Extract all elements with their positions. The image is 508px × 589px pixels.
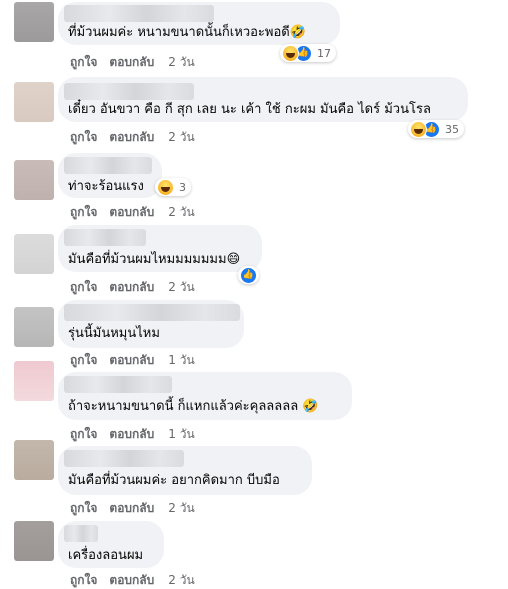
like-button[interactable]: ถูกใจ — [70, 573, 97, 588]
comment-text: เดี๋ยว อันขวา คือ กี สุก เลย นะ เค้า ใช้… — [68, 102, 431, 117]
reaction-count: 3 — [179, 180, 186, 194]
comment-text-wrap: มันคือที่ม้วนผมค่ะ อยากคิดมาก บีบมือ — [68, 472, 280, 489]
comment-bubble: เครื่องลอนผม — [58, 521, 164, 568]
comment-text: ถ้าจะหนามขนาดนี้ ก็แหกแล้วค่ะคุลลลลล — [68, 399, 299, 414]
timestamp[interactable]: 1 วัน — [168, 427, 194, 442]
like-button[interactable]: ถูกใจ — [70, 353, 97, 368]
like-button[interactable]: ถูกใจ — [70, 55, 97, 70]
reply-button[interactable]: ตอบกลับ — [109, 130, 154, 145]
reply-button[interactable]: ตอบกลับ — [109, 55, 154, 70]
haha-icon — [410, 120, 427, 138]
grinning-emoji-icon: 😄 — [226, 252, 241, 267]
comment-bubble: เดี๋ยว อันขวา คือ กี สุก เลย นะ เค้า ใช้… — [58, 77, 468, 122]
commenter-name-redacted[interactable] — [64, 5, 214, 22]
comment-text-wrap: ถ้าจะหนามขนาดนี้ ก็แหกแล้วค่ะคุลลลลล 🤣 — [68, 398, 319, 415]
reply-button[interactable]: ตอบกลับ — [109, 205, 154, 220]
commenter-name-redacted[interactable] — [64, 304, 240, 321]
comment-bubble: มันคือที่ม้วนผมค่ะ อยากคิดมาก บีบมือ — [58, 446, 312, 495]
commenter-name-redacted[interactable] — [64, 450, 184, 467]
comment-actions: ถูกใจ ตอบกลับ 1 วัน — [70, 427, 195, 442]
commenter-name-redacted[interactable] — [64, 525, 98, 542]
comment-feed: ที่ม้วนผมค่ะ หนามขนาดนั้นก็เหวอะพอดี🤣 👍 … — [0, 0, 508, 589]
timestamp[interactable]: 2 วัน — [168, 130, 194, 145]
comment-text-wrap: ท่าจะร้อนแรง — [68, 178, 144, 195]
reply-button[interactable]: ตอบกลับ — [109, 573, 154, 588]
comment-bubble: รุ่นนี้มันหมุนไหม — [58, 300, 244, 348]
reaction-count: 35 — [445, 122, 459, 136]
avatar[interactable] — [14, 521, 54, 561]
comment-actions: ถูกใจ ตอบกลับ 2 วัน — [70, 130, 195, 145]
timestamp[interactable]: 1 วัน — [168, 353, 194, 368]
like-button[interactable]: ถูกใจ — [70, 501, 97, 516]
comment-actions: ถูกใจ ตอบกลับ 2 วัน — [70, 280, 195, 295]
comment-bubble: ที่ม้วนผมค่ะ หนามขนาดนั้นก็เหวอะพอดี🤣 — [58, 2, 340, 45]
comment-text-wrap: ที่ม้วนผมค่ะ หนามขนาดนั้นก็เหวอะพอดี🤣 — [68, 24, 306, 41]
comment-actions: ถูกใจ ตอบกลับ 2 วัน — [70, 501, 195, 516]
rofl-emoji-icon: 🤣 — [289, 25, 306, 40]
like-icon: 👍 — [240, 266, 257, 284]
comment-bubble: ถ้าจะหนามขนาดนี้ ก็แหกแล้วค่ะคุลลลลล 🤣 — [58, 372, 352, 420]
avatar[interactable] — [14, 361, 54, 401]
comment-text-wrap: รุ่นนี้มันหมุนไหม — [68, 325, 160, 342]
reply-button[interactable]: ตอบกลับ — [109, 501, 154, 516]
comment-text: รุ่นนี้มันหมุนไหม — [68, 326, 160, 341]
reaction-summary[interactable]: 👍 35 — [408, 120, 464, 138]
reply-button[interactable]: ตอบกลับ — [109, 427, 154, 442]
timestamp[interactable]: 2 วัน — [168, 55, 194, 70]
avatar[interactable] — [14, 2, 54, 42]
avatar[interactable] — [14, 82, 54, 122]
comment-text-wrap: เครื่องลอนผม — [68, 547, 143, 564]
comment-actions: ถูกใจ ตอบกลับ 2 วัน — [70, 55, 195, 70]
comment-actions: ถูกใจ ตอบกลับ 1 วัน — [70, 353, 195, 368]
avatar[interactable] — [14, 307, 54, 347]
comment-text: มันคือที่ม้วนผมไหมมมมมมม — [68, 252, 227, 267]
rofl-emoji-icon: 🤣 — [302, 399, 319, 414]
timestamp[interactable]: 2 วัน — [168, 280, 194, 295]
comment-actions: ถูกใจ ตอบกลับ 2 วัน — [70, 573, 195, 588]
comment-text: มันคือที่ม้วนผมค่ะ อยากคิดมาก บีบมือ — [68, 473, 280, 488]
timestamp[interactable]: 2 วัน — [168, 205, 194, 220]
comment-text: เครื่องลอนผม — [68, 548, 144, 563]
comment-text: ท่าจะร้อนแรง — [68, 179, 144, 194]
commenter-name-redacted[interactable] — [64, 229, 146, 246]
commenter-name-redacted[interactable] — [64, 157, 152, 174]
comment-bubble: มันคือที่ม้วนผมไหมมมมมมม😄 — [58, 225, 262, 272]
reaction-count: 17 — [317, 46, 331, 60]
reply-button[interactable]: ตอบกลับ — [109, 280, 154, 295]
comment-text-wrap: เดี๋ยว อันขวา คือ กี สุก เลย นะ เค้า ใช้… — [68, 101, 431, 118]
timestamp[interactable]: 2 วัน — [168, 573, 194, 588]
avatar[interactable] — [14, 440, 54, 480]
timestamp[interactable]: 2 วัน — [168, 501, 194, 516]
commenter-name-redacted[interactable] — [64, 376, 172, 393]
like-button[interactable]: ถูกใจ — [70, 427, 97, 442]
haha-icon — [157, 178, 174, 196]
reaction-summary[interactable]: 3 — [155, 178, 191, 196]
comment-text: ที่ม้วนผมค่ะ หนามขนาดนั้นก็เหวอะพอดี — [68, 25, 290, 40]
like-button[interactable]: ถูกใจ — [70, 205, 97, 220]
comment-bubble: ท่าจะร้อนแรง — [58, 153, 162, 198]
comment-actions: ถูกใจ ตอบกลับ 2 วัน — [70, 205, 195, 220]
haha-icon — [282, 44, 299, 62]
reaction-summary[interactable]: 👍 — [238, 266, 259, 284]
avatar[interactable] — [14, 234, 54, 274]
reply-button[interactable]: ตอบกลับ — [109, 353, 154, 368]
avatar[interactable] — [14, 160, 54, 200]
reaction-summary[interactable]: 👍 17 — [280, 44, 336, 62]
like-button[interactable]: ถูกใจ — [70, 130, 97, 145]
comment-text-wrap: มันคือที่ม้วนผมไหมมมมมมม😄 — [68, 251, 240, 268]
commenter-name-redacted[interactable] — [64, 83, 194, 100]
like-button[interactable]: ถูกใจ — [70, 280, 97, 295]
